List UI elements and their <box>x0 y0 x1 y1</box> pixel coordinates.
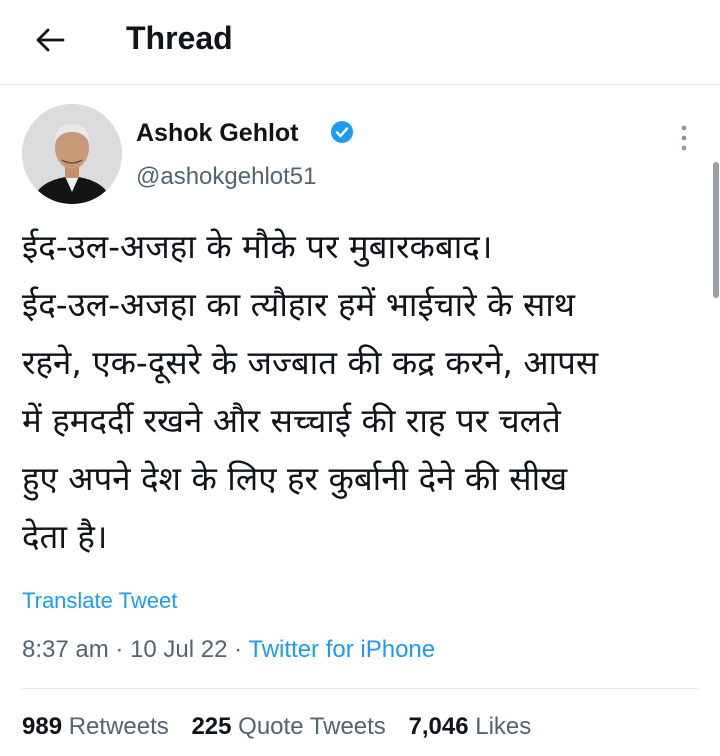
quote-tweets-stat[interactable]: 225 Quote Tweets <box>191 713 385 740</box>
engagement-stats: 989 Retweets 225 Quote Tweets 7,046 Like… <box>22 710 547 744</box>
likes-stat[interactable]: 7,046 Likes <box>408 713 531 740</box>
quote-tweets-label: Quote Tweets <box>238 713 386 740</box>
retweets-count: 989 <box>22 713 63 740</box>
more-options-icon[interactable] <box>672 122 696 154</box>
back-button[interactable] <box>28 22 72 58</box>
likes-label: Likes <box>475 713 532 740</box>
retweets-label: Retweets <box>68 713 169 740</box>
meta-separator: · <box>115 636 124 663</box>
retweets-stat[interactable]: 989 Retweets <box>22 713 169 740</box>
avatar[interactable] <box>22 104 122 204</box>
author-name[interactable]: Ashok Gehlot <box>136 117 299 149</box>
divider <box>22 688 698 689</box>
profile-photo <box>22 104 122 204</box>
translate-tweet-link[interactable]: Translate Tweet <box>22 588 177 614</box>
arrow-left-icon <box>36 28 65 52</box>
tweet-date[interactable]: 10 Jul 22 <box>130 636 227 663</box>
likes-count: 7,046 <box>408 713 469 740</box>
scrollbar[interactable] <box>713 162 719 298</box>
tweet-time: 8:37 am <box>22 636 109 663</box>
author-handle[interactable]: @ashokgehlot51 <box>136 162 317 192</box>
thread-header: Thread <box>0 0 720 85</box>
tweet-source-link[interactable]: Twitter for iPhone <box>248 636 435 663</box>
page-title: Thread <box>126 20 233 56</box>
tweet-meta: 8:37 am · 10 Jul 22 · Twitter for iPhone <box>22 634 435 666</box>
verified-badge-icon <box>331 121 353 143</box>
quote-tweets-count: 225 <box>191 713 232 740</box>
meta-separator: · <box>234 636 243 663</box>
tweet-text: ईद-उल-अजहा के मौके पर मुबारकबाद। ईद-उल-अ… <box>22 227 599 556</box>
